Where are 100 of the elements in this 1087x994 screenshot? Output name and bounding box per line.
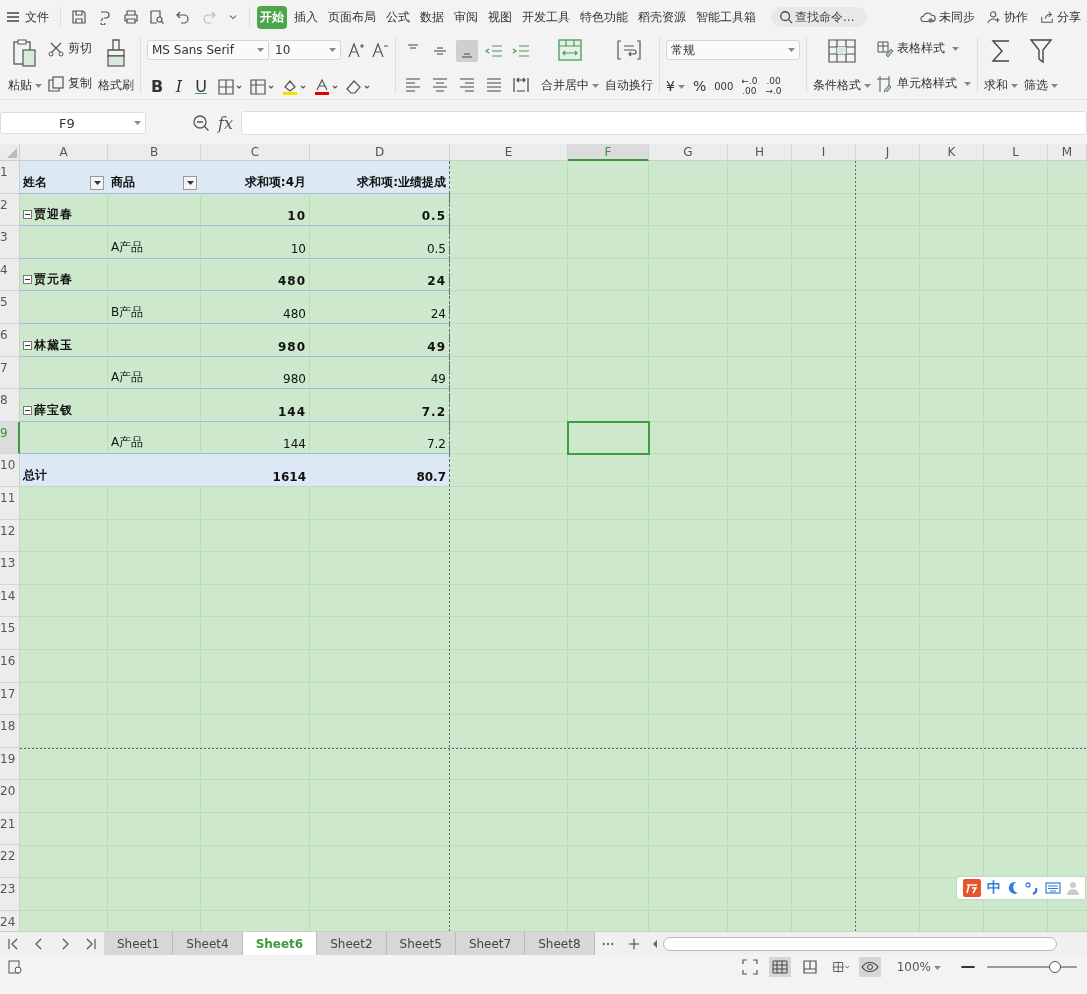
name-box[interactable]: F9 (0, 112, 146, 134)
row-header[interactable]: 15 (0, 617, 20, 650)
borders-icon[interactable] (217, 77, 243, 96)
undo-icon[interactable] (175, 9, 191, 25)
ribbon-tab[interactable]: 数据 (417, 5, 447, 29)
column-header[interactable]: G (649, 144, 728, 161)
row-header[interactable]: 3 (0, 226, 20, 259)
paste-button[interactable]: 粘贴 (8, 38, 42, 94)
column-header[interactable]: D (310, 144, 450, 161)
punctuation-icon[interactable] (1025, 881, 1039, 895)
row-header[interactable]: 23 (0, 878, 20, 911)
eye-icon[interactable] (858, 957, 881, 977)
print-preview-icon[interactable] (149, 9, 165, 25)
row-header[interactable]: 12 (0, 519, 20, 553)
column-header[interactable]: B (108, 144, 201, 161)
column-header[interactable]: K (920, 144, 984, 161)
copy-button[interactable]: 复制 (48, 75, 92, 92)
collaborate-button[interactable]: 协作 (987, 8, 1028, 26)
italic-button[interactable]: I (169, 77, 189, 96)
print-icon[interactable] (123, 9, 139, 25)
cut-button[interactable]: 剪切 (48, 40, 92, 57)
ribbon-tab[interactable]: 智能工具箱 (693, 5, 759, 29)
column-header[interactable]: H (728, 144, 792, 161)
keyboard-icon[interactable] (1045, 882, 1061, 894)
font-name-dropdown[interactable]: MS Sans Serif (147, 40, 269, 60)
filter-dropdown-button[interactable] (90, 175, 104, 190)
cell-style-button[interactable]: 单元格样式 (877, 75, 971, 92)
ribbon-tab[interactable]: 插入 (291, 5, 321, 29)
merge-center-button[interactable]: 合并居中 (541, 38, 599, 94)
increase-decimal-button[interactable]: ←.0 .00 (741, 76, 758, 96)
row-header[interactable]: 24 (0, 910, 20, 931)
row-header[interactable]: 8 (0, 389, 20, 422)
sheet-tab[interactable]: Sheet8 (525, 932, 595, 955)
collapse-icon[interactable] (23, 340, 32, 350)
ribbon-tab[interactable]: 特色功能 (577, 5, 631, 29)
sheet-tab[interactable]: Sheet7 (455, 932, 526, 955)
ribbon-tab[interactable]: 视图 (485, 5, 515, 29)
sum-button[interactable]: 求和 (984, 38, 1018, 94)
row-header[interactable]: 22 (0, 845, 20, 879)
cell-fill-format-icon[interactable] (249, 77, 275, 96)
sheet-tab[interactable]: Sheet2 (317, 932, 387, 955)
last-sheet-icon[interactable] (85, 937, 97, 950)
search-field[interactable]: 查找命令... (771, 7, 867, 27)
slider-thumb[interactable] (1048, 961, 1061, 973)
ribbon-tab[interactable]: 开发工具 (519, 5, 573, 29)
wrap-text-button[interactable]: 自动换行 (605, 38, 653, 94)
font-color-icon[interactable] (313, 77, 339, 96)
row-header[interactable]: 19 (0, 747, 20, 781)
collapse-icon[interactable] (23, 405, 32, 415)
column-header[interactable]: M (1048, 144, 1087, 161)
function-label[interactable]: fx (218, 113, 233, 133)
column-header[interactable]: A (20, 144, 108, 161)
row-header[interactable]: 16 (0, 649, 20, 683)
row-header[interactable]: 13 (0, 552, 20, 585)
column-header[interactable]: I (792, 144, 856, 161)
share-button[interactable]: 分享 (1040, 8, 1081, 26)
row-header[interactable]: 17 (0, 682, 20, 716)
row-header[interactable]: 18 (0, 715, 20, 748)
collapse-icon[interactable] (23, 275, 32, 285)
row-header[interactable]: 10 (0, 454, 20, 487)
row-header[interactable]: 4 (0, 258, 20, 292)
conditional-format-button[interactable]: 条件格式 (813, 38, 871, 94)
sheet-tab[interactable]: Sheet1 (104, 932, 174, 955)
column-header[interactable]: E (450, 144, 568, 161)
bold-button[interactable]: B (147, 77, 167, 96)
thousands-separator-button[interactable]: 000 (714, 80, 734, 92)
sheet-tab[interactable]: Sheet6 (242, 932, 318, 955)
sheet-tab[interactable]: Sheet4 (173, 932, 243, 955)
export-icon[interactable] (97, 9, 113, 25)
table-style-button[interactable]: 表格样式 (877, 40, 971, 57)
file-menu[interactable]: 文件 (6, 8, 49, 26)
sheet-tab[interactable]: Sheet5 (386, 932, 456, 955)
underline-button[interactable]: U (191, 77, 211, 96)
ribbon-tab[interactable]: 稻壳资源 (635, 5, 689, 29)
ribbon-tab[interactable]: 审阅 (451, 5, 481, 29)
currency-button[interactable]: ¥ (666, 78, 685, 94)
row-header[interactable]: 5 (0, 291, 20, 324)
first-sheet-icon[interactable] (7, 937, 19, 950)
filter-dropdown-button[interactable] (183, 175, 197, 190)
number-format-dropdown[interactable]: 常规 (666, 40, 800, 60)
zoom-slider[interactable] (987, 961, 1077, 973)
zoom-out-icon[interactable] (192, 114, 210, 132)
column-header[interactable]: J (856, 144, 920, 161)
row-header[interactable]: 20 (0, 780, 20, 813)
row-header[interactable]: 6 (0, 323, 20, 357)
collapse-icon[interactable] (23, 210, 32, 220)
decrease-decimal-button[interactable]: .00 →.0 (765, 76, 782, 96)
save-icon[interactable] (71, 9, 87, 25)
column-header[interactable]: L (984, 144, 1048, 161)
input-mode-label[interactable]: 中 (987, 879, 1001, 897)
row-header[interactable]: 1 (0, 161, 20, 194)
font-size-dropdown[interactable]: 10 (271, 40, 341, 60)
ribbon-tab[interactable]: 页面布局 (325, 5, 379, 29)
ribbon-tab[interactable]: 公式 (383, 5, 413, 29)
filter-button[interactable]: 筛选 (1024, 38, 1058, 94)
moon-icon[interactable] (1007, 881, 1019, 895)
add-sheet-icon[interactable] (627, 937, 640, 950)
increase-font-icon[interactable] (347, 41, 365, 59)
normal-view-icon[interactable] (768, 957, 791, 977)
column-header[interactable]: C (201, 144, 310, 161)
